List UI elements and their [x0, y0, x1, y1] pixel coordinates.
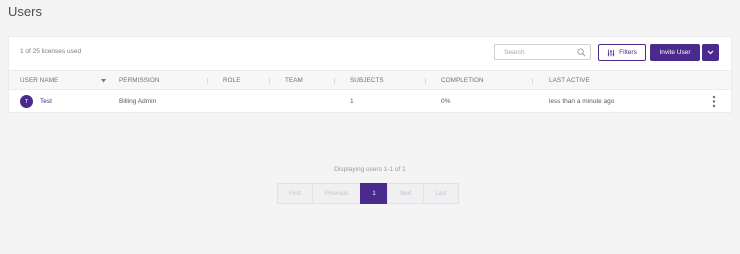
column-separator — [334, 78, 335, 84]
page-title: Users — [8, 4, 42, 19]
search-input[interactable] — [504, 48, 574, 57]
subjects-cell: 1 — [350, 98, 354, 105]
column-header-user-name[interactable]: USER NAME — [20, 77, 58, 84]
column-separator — [532, 78, 533, 84]
next-page-button[interactable]: Next — [387, 183, 424, 204]
users-table-card: 1 of 25 licenses used Filters Invite Use… — [8, 36, 732, 113]
column-header-last-active[interactable]: LAST ACTIVE — [549, 77, 590, 84]
completion-cell: 0% — [441, 98, 451, 105]
avatar: T — [20, 95, 33, 108]
search-field[interactable] — [494, 44, 591, 60]
column-header-role[interactable]: ROLE — [223, 77, 241, 84]
permission-cell: Billing Admin — [119, 98, 157, 105]
column-header-permission[interactable]: PERMISSION — [119, 77, 160, 84]
column-separator — [425, 78, 426, 84]
invite-options-dropdown-button[interactable] — [702, 44, 719, 61]
page-1-button[interactable]: 1 — [360, 183, 388, 204]
license-count: 1 of 25 licenses used — [20, 48, 82, 55]
column-separator — [269, 78, 270, 84]
more-options-icon[interactable] — [711, 95, 717, 108]
filters-button-label: Filters — [619, 49, 637, 56]
filters-button[interactable]: Filters — [598, 44, 646, 61]
previous-page-button[interactable]: Previous — [312, 183, 361, 204]
chevron-down-icon — [707, 50, 714, 55]
invite-user-button[interactable]: Invite User — [650, 44, 700, 61]
column-header-completion[interactable]: COMPLETION — [441, 77, 484, 84]
last-page-button[interactable]: Last — [423, 183, 459, 204]
first-page-button[interactable]: First — [277, 183, 313, 204]
column-header-subjects[interactable]: SUBJECTS — [350, 77, 384, 84]
last-active-cell: less than a minute ago — [549, 98, 615, 105]
sort-descending-icon[interactable] — [101, 79, 106, 83]
pagination: First Previous 1 Next Last — [277, 183, 459, 204]
pagination-summary: Displaying users 1-1 of 1 — [334, 166, 406, 173]
table-header: USER NAME PERMISSION ROLE TEAM SUBJECTS … — [9, 70, 731, 90]
search-icon[interactable] — [577, 48, 586, 57]
table-row[interactable]: T Test Billing Admin 1 0% less than a mi… — [9, 90, 731, 113]
column-separator — [207, 78, 208, 84]
sliders-icon — [607, 49, 615, 56]
column-header-team[interactable]: TEAM — [285, 77, 303, 84]
user-name-link[interactable]: Test — [40, 98, 52, 105]
